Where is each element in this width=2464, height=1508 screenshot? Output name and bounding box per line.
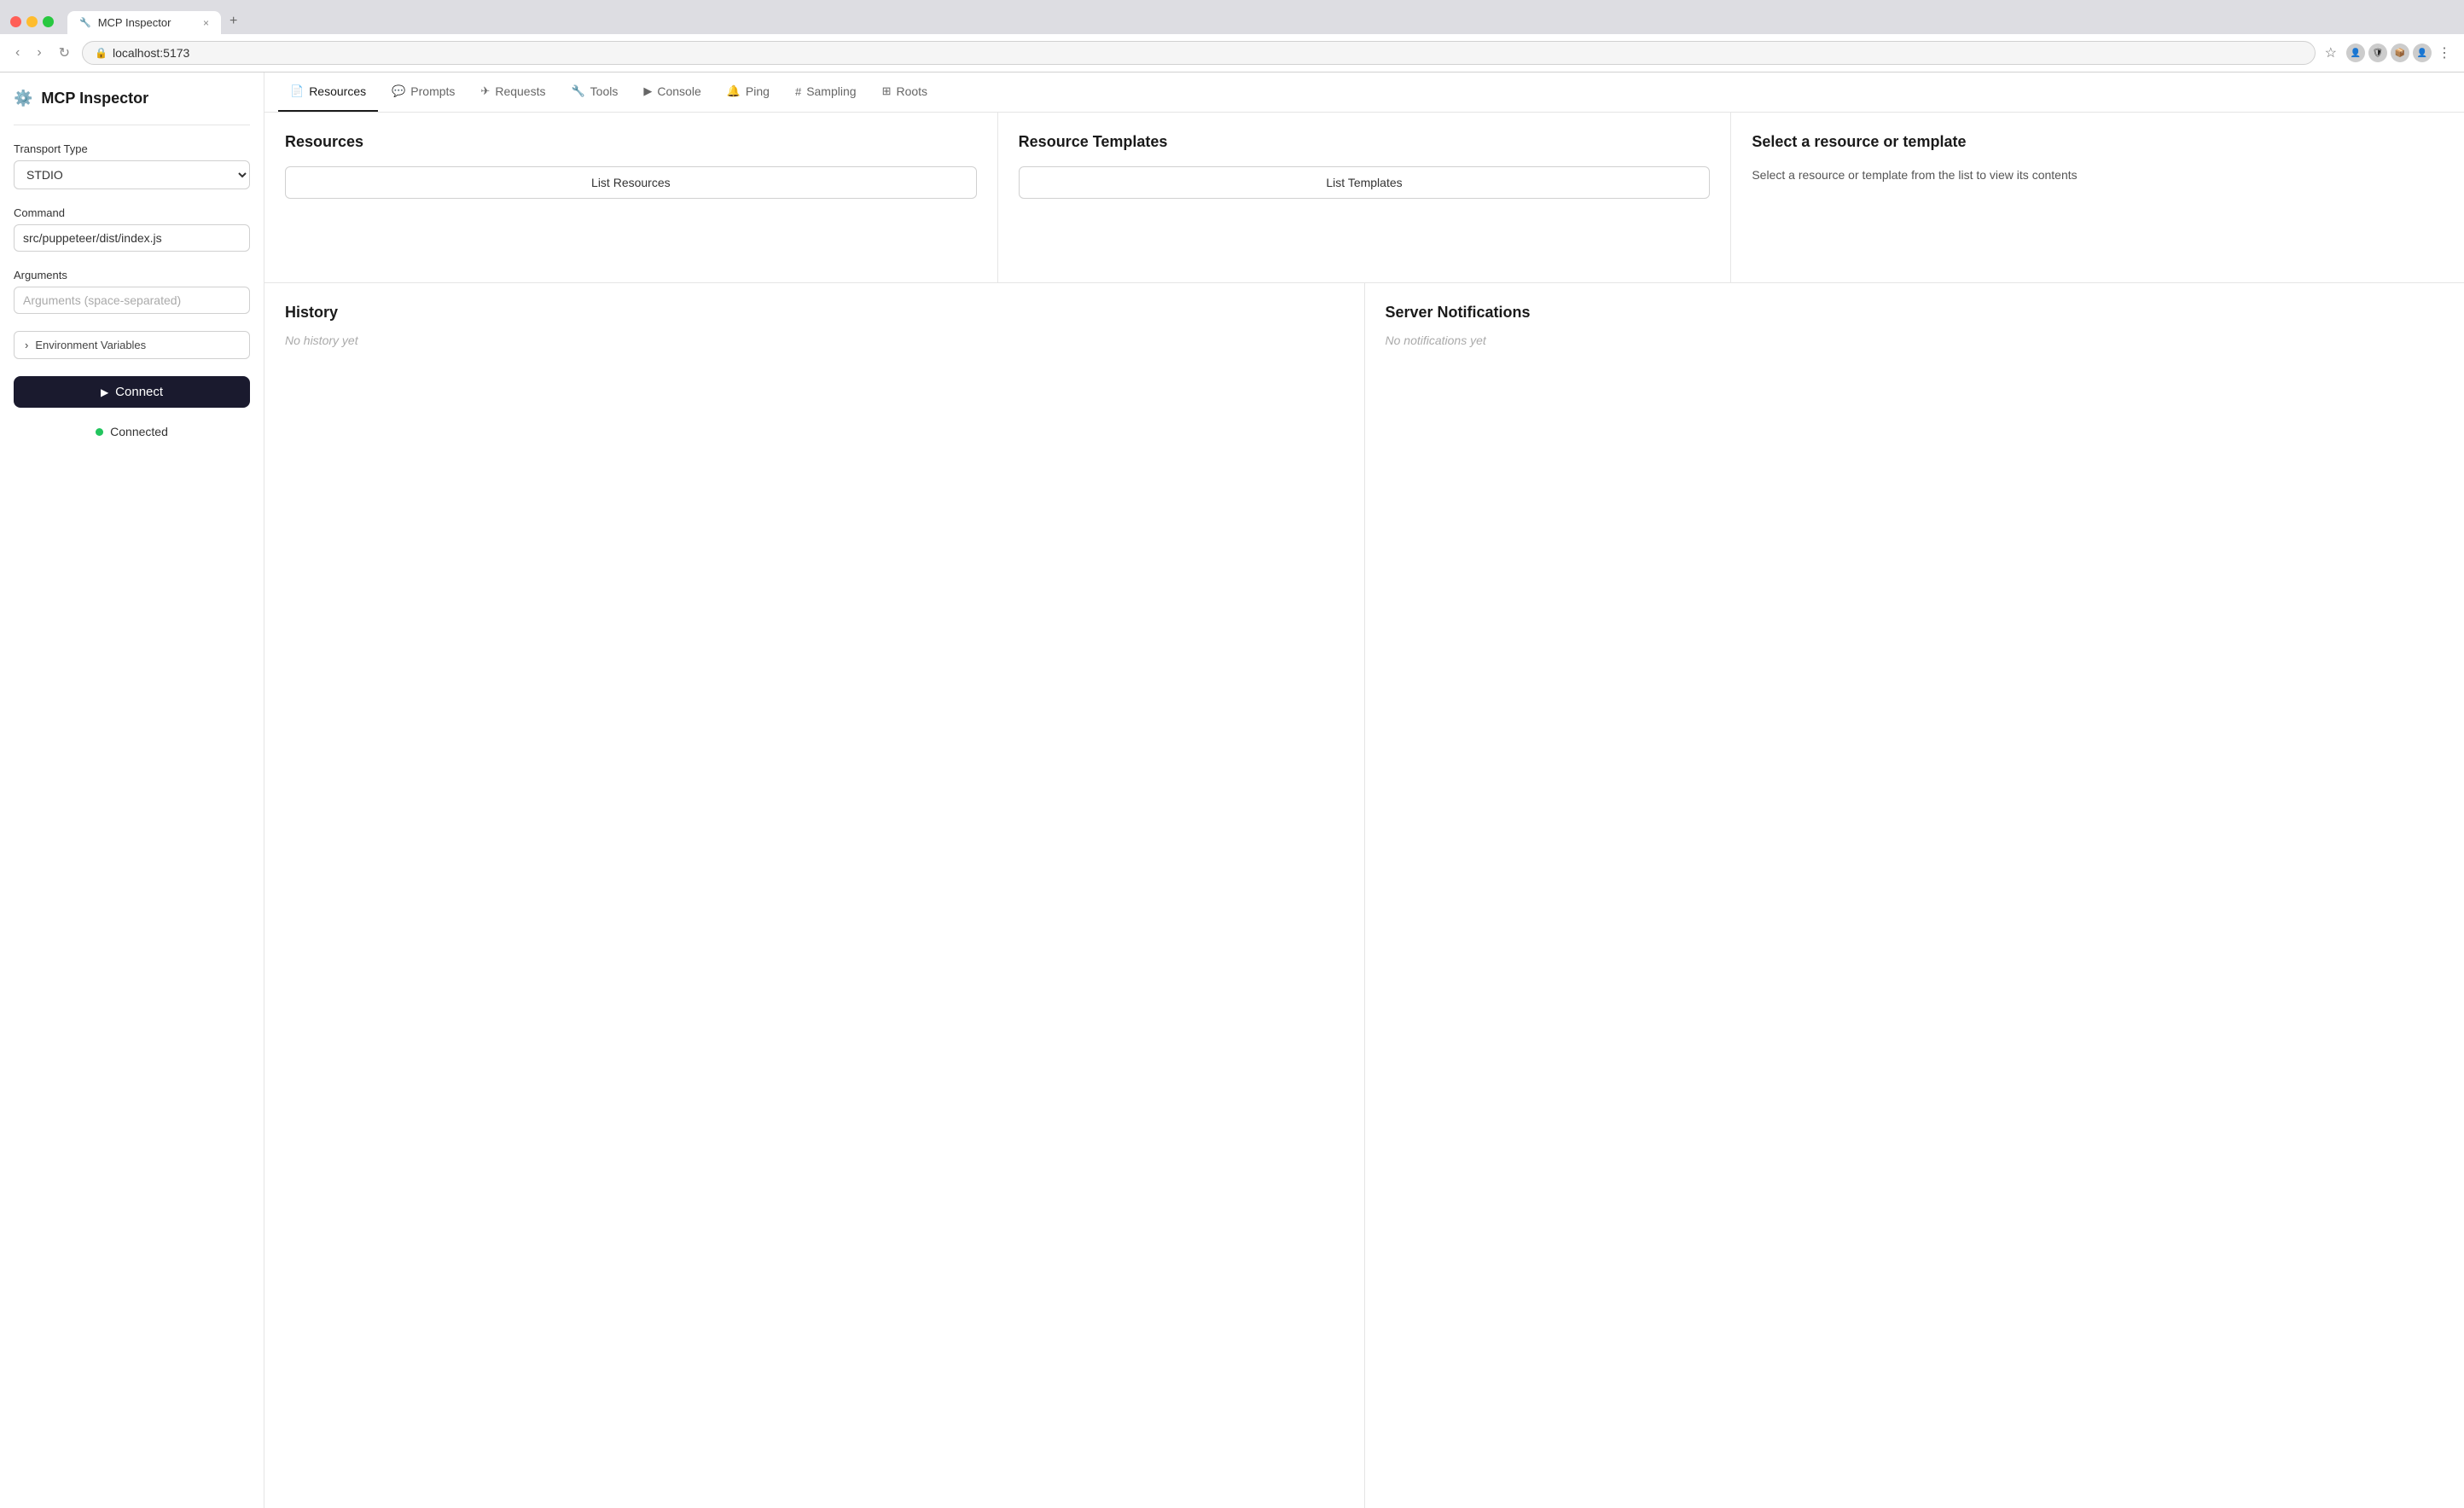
- ext-icon-1[interactable]: 👤: [2346, 44, 2365, 62]
- browser-toolbar: ‹ › ↻ 🔒 localhost:5173 ☆ 👤 🛡 📦 👤 ⋮: [0, 34, 2464, 72]
- transport-type-select[interactable]: STDIO HTTP WebSocket: [14, 160, 250, 189]
- prompts-tab-icon: 💬: [392, 84, 405, 98]
- traffic-lights: [10, 16, 54, 27]
- app-logo-icon: ⚙️: [14, 90, 32, 107]
- tab-tools[interactable]: 🔧 Tools: [559, 72, 630, 112]
- reload-btn[interactable]: ↻: [54, 43, 75, 63]
- arguments-group: Arguments: [14, 269, 250, 314]
- transport-type-group: Transport Type STDIO HTTP WebSocket: [14, 142, 250, 189]
- tab-ping[interactable]: 🔔 Ping: [715, 72, 782, 112]
- command-label: Command: [14, 206, 250, 219]
- content-area: Resources List Resources Resource Templa…: [264, 113, 2464, 1508]
- tab-favicon: 🔧: [79, 17, 91, 28]
- resources-panel: Resources List Resources: [264, 113, 998, 282]
- tab-close-btn[interactable]: ×: [203, 17, 209, 29]
- ext-icon-4[interactable]: 👤: [2413, 44, 2432, 62]
- app-container: ⚙️ MCP Inspector Transport Type STDIO HT…: [0, 72, 2464, 1508]
- list-templates-btn[interactable]: List Templates: [1019, 166, 1711, 199]
- app-title: MCP Inspector: [41, 90, 148, 107]
- resources-tab-label: Resources: [309, 84, 366, 98]
- url-display: localhost:5173: [113, 46, 189, 60]
- tab-requests[interactable]: ✈ Requests: [468, 72, 557, 112]
- history-panel: History No history yet: [264, 283, 1365, 1508]
- tab-prompts[interactable]: 💬 Prompts: [380, 72, 467, 112]
- transport-type-label: Transport Type: [14, 142, 250, 155]
- tab-roots[interactable]: ⊞ Roots: [870, 72, 939, 112]
- command-group: Command: [14, 206, 250, 252]
- browser-extensions: 👤 🛡 📦 👤 ⋮: [2346, 42, 2454, 64]
- sampling-tab-icon: #: [795, 85, 801, 98]
- requests-tab-icon: ✈: [480, 84, 490, 98]
- roots-tab-icon: ⊞: [882, 84, 892, 98]
- forward-btn[interactable]: ›: [32, 44, 46, 62]
- back-btn[interactable]: ‹: [10, 44, 25, 62]
- ping-tab-icon: 🔔: [727, 84, 741, 98]
- browser-tabs: 🔧 MCP Inspector × +: [67, 9, 2454, 34]
- resources-tab-icon: 📄: [290, 84, 304, 98]
- minimize-traffic-light[interactable]: [26, 16, 38, 27]
- env-vars-label: Environment Variables: [35, 339, 146, 351]
- lock-icon: 🔒: [95, 47, 108, 59]
- notifications-empty-text: No notifications yet: [1386, 334, 2444, 347]
- status-text: Connected: [110, 425, 168, 438]
- fullscreen-traffic-light[interactable]: [43, 16, 54, 27]
- command-input[interactable]: [14, 224, 250, 252]
- console-tab-label: Console: [657, 84, 700, 98]
- ext-icon-2[interactable]: 🛡: [2368, 44, 2387, 62]
- browser-chrome: 🔧 MCP Inspector × + ‹ › ↻ 🔒 localhost:51…: [0, 0, 2464, 72]
- browser-titlebar: 🔧 MCP Inspector × +: [0, 0, 2464, 34]
- connect-button[interactable]: ▶ Connect: [14, 376, 250, 408]
- tab-sampling[interactable]: # Sampling: [783, 72, 869, 112]
- browser-tab-active[interactable]: 🔧 MCP Inspector ×: [67, 11, 221, 34]
- select-resource-title: Select a resource or template: [1752, 133, 2444, 151]
- new-tab-btn[interactable]: +: [221, 9, 246, 34]
- status-row: Connected: [14, 425, 250, 438]
- tab-resources[interactable]: 📄 Resources: [278, 72, 378, 112]
- tools-tab-label: Tools: [590, 84, 619, 98]
- env-vars-toggle-btn[interactable]: › Environment Variables: [14, 331, 250, 359]
- server-notifications-panel: Server Notifications No notifications ye…: [1365, 283, 2464, 1508]
- arguments-label: Arguments: [14, 269, 250, 281]
- connect-label: Connect: [115, 385, 163, 399]
- main-content: 📄 Resources 💬 Prompts ✈ Requests 🔧 Tools…: [264, 72, 2464, 1508]
- resources-panel-title: Resources: [285, 133, 977, 151]
- prompts-tab-label: Prompts: [410, 84, 455, 98]
- menu-btn[interactable]: ⋮: [2435, 42, 2454, 64]
- resource-templates-title: Resource Templates: [1019, 133, 1711, 151]
- tab-title: MCP Inspector: [98, 16, 171, 29]
- tools-tab-icon: 🔧: [571, 84, 584, 98]
- toolbar-actions: ☆: [2322, 42, 2339, 64]
- panels-row: Resources List Resources Resource Templa…: [264, 113, 2464, 283]
- resource-templates-panel: Resource Templates List Templates: [998, 113, 1732, 282]
- env-vars-chevron-icon: ›: [25, 339, 28, 351]
- play-icon: ▶: [101, 386, 108, 398]
- roots-tab-label: Roots: [896, 84, 927, 98]
- status-dot: [96, 428, 103, 436]
- bookmark-btn[interactable]: ☆: [2322, 42, 2339, 64]
- bottom-row: History No history yet Server Notificati…: [264, 283, 2464, 1508]
- history-title: History: [285, 304, 1344, 322]
- select-resource-panel: Select a resource or template Select a r…: [1731, 113, 2464, 282]
- tab-console[interactable]: ▶ Console: [631, 72, 712, 112]
- notifications-title: Server Notifications: [1386, 304, 2444, 322]
- arguments-input[interactable]: [14, 287, 250, 314]
- sidebar: ⚙️ MCP Inspector Transport Type STDIO HT…: [0, 72, 264, 1508]
- sidebar-header: ⚙️ MCP Inspector: [14, 90, 250, 107]
- console-tab-icon: ▶: [643, 84, 652, 98]
- close-traffic-light[interactable]: [10, 16, 21, 27]
- ping-tab-label: Ping: [746, 84, 770, 98]
- requests-tab-label: Requests: [495, 84, 545, 98]
- address-bar[interactable]: 🔒 localhost:5173: [82, 41, 2316, 65]
- ext-icon-3[interactable]: 📦: [2391, 44, 2409, 62]
- select-resource-hint: Select a resource or template from the l…: [1752, 166, 2444, 184]
- list-resources-btn[interactable]: List Resources: [285, 166, 977, 199]
- tabs-bar: 📄 Resources 💬 Prompts ✈ Requests 🔧 Tools…: [264, 72, 2464, 113]
- history-empty-text: No history yet: [285, 334, 1344, 347]
- sampling-tab-label: Sampling: [806, 84, 856, 98]
